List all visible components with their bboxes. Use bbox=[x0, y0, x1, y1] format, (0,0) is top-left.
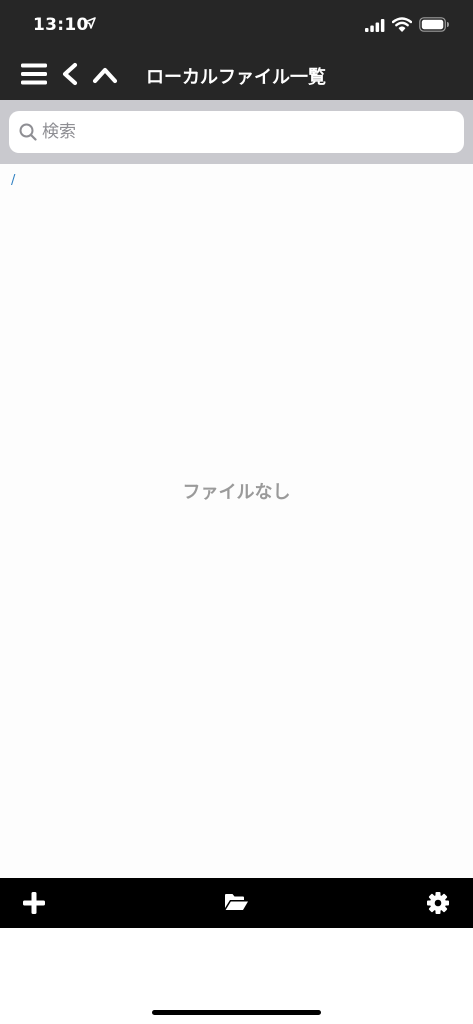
path-breadcrumb[interactable]: / bbox=[11, 173, 15, 188]
up-chevron-icon bbox=[92, 67, 118, 84]
home-indicator[interactable] bbox=[152, 1010, 321, 1015]
empty-message: ファイルなし bbox=[182, 482, 291, 503]
search-icon bbox=[19, 123, 37, 141]
back-chevron-icon bbox=[62, 62, 78, 86]
gear-icon bbox=[427, 892, 449, 914]
search-bar bbox=[0, 100, 473, 164]
home-area bbox=[0, 928, 473, 1024]
folder-open-icon bbox=[225, 894, 248, 910]
up-button[interactable] bbox=[92, 62, 118, 90]
add-button[interactable] bbox=[22, 891, 46, 919]
bottom-toolbar bbox=[0, 878, 473, 928]
nav-bar: ローカルファイル一覧 bbox=[0, 50, 473, 100]
page-title: ローカルファイル一覧 bbox=[146, 67, 326, 88]
battery-icon bbox=[419, 17, 449, 32]
status-time: 13:10 bbox=[33, 15, 89, 35]
status-bar: 13:10 bbox=[0, 0, 473, 50]
location-icon bbox=[84, 17, 96, 29]
search-input[interactable] bbox=[42, 111, 452, 153]
search-box[interactable] bbox=[9, 111, 464, 153]
settings-button[interactable] bbox=[426, 891, 450, 919]
open-folder-button[interactable] bbox=[224, 891, 249, 917]
signal-icon bbox=[365, 19, 385, 32]
file-list: / ファイルなし bbox=[0, 164, 473, 878]
plus-icon bbox=[23, 892, 45, 914]
back-button[interactable] bbox=[60, 62, 80, 90]
wifi-icon bbox=[392, 17, 412, 32]
menu-icon bbox=[21, 63, 47, 85]
menu-button[interactable] bbox=[21, 62, 47, 90]
